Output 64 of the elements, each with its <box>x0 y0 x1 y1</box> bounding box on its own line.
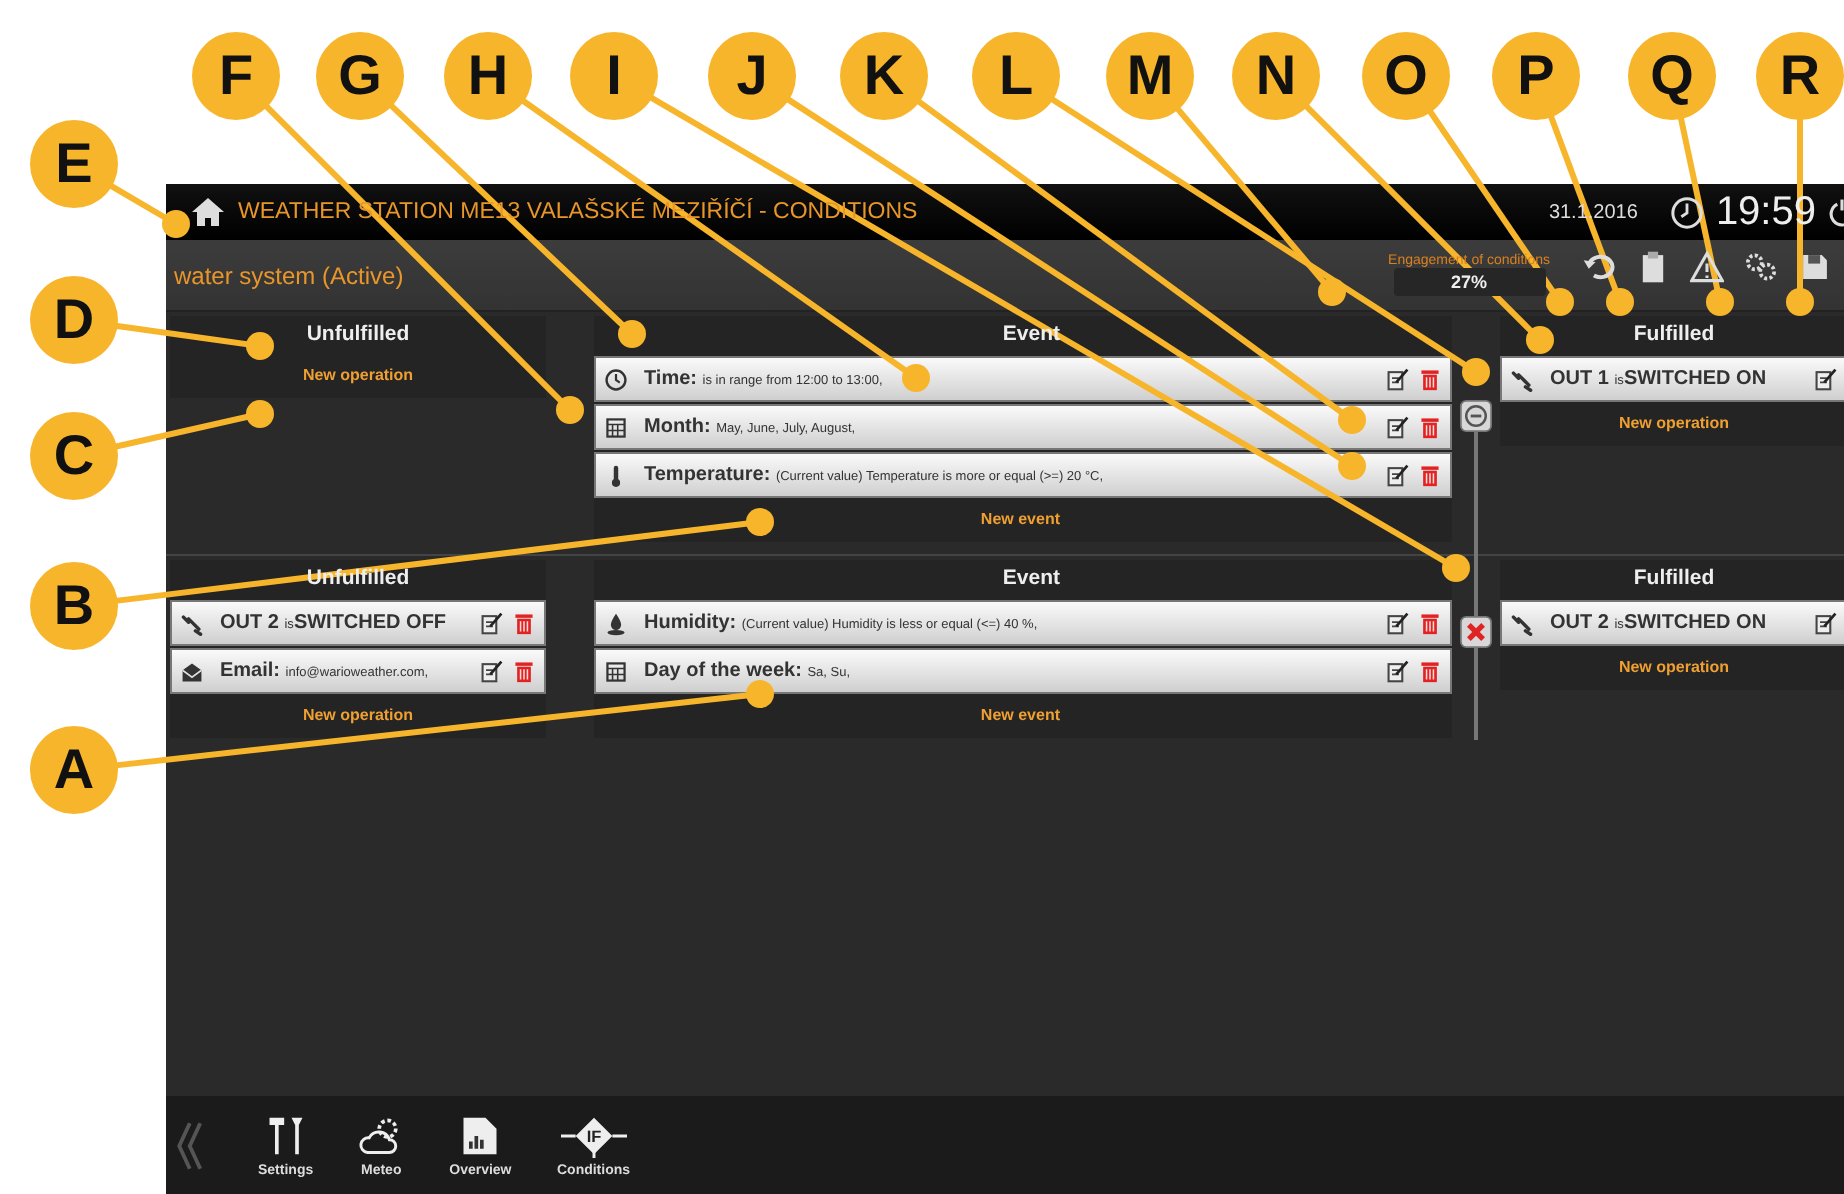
edit-icon[interactable] <box>1814 610 1838 636</box>
engagement-value: 27% <box>1393 268 1546 296</box>
trash-icon[interactable] <box>1418 414 1442 440</box>
edit-icon[interactable] <box>1814 366 1838 392</box>
callout-badge: B <box>30 562 118 650</box>
clock-icon <box>1669 195 1704 229</box>
calendar-icon <box>604 659 628 683</box>
clock-icon <box>604 367 628 391</box>
gears-icon[interactable] <box>1744 250 1778 284</box>
new-event-link[interactable]: New event <box>980 696 1060 732</box>
callout-badge: A <box>30 726 118 814</box>
callout-badge: R <box>1756 32 1844 120</box>
drop-icon <box>604 611 628 635</box>
panel-title: Fulfilled <box>1633 564 1715 594</box>
edit-icon[interactable] <box>1386 366 1410 392</box>
callout-badge: E <box>30 120 118 208</box>
edit-icon[interactable] <box>1386 658 1410 684</box>
edit-icon[interactable] <box>480 610 504 636</box>
new-operation-link[interactable]: New operation <box>1618 648 1730 684</box>
callout-badge: C <box>30 412 118 500</box>
save-icon[interactable] <box>1798 250 1832 284</box>
trash-icon[interactable] <box>512 658 536 684</box>
panel-title: Unfulfilled <box>306 564 410 594</box>
callout-badge: Q <box>1628 32 1716 120</box>
callout-badge: P <box>1492 32 1580 120</box>
condition-name: water system (Active) <box>174 261 404 289</box>
undo-icon[interactable] <box>1582 250 1616 284</box>
new-operation-link[interactable]: New operation <box>1618 404 1730 440</box>
plug-icon <box>180 611 204 635</box>
callout-badge: H <box>444 32 532 120</box>
callout-badge: F <box>192 32 280 120</box>
minus-button[interactable] <box>1460 400 1492 432</box>
callout-badge: N <box>1232 32 1320 120</box>
new-operation-link[interactable]: New operation <box>302 696 414 732</box>
callout-badge: D <box>30 276 118 364</box>
edit-icon[interactable] <box>480 658 504 684</box>
trash-icon[interactable] <box>512 610 536 636</box>
calendar-icon <box>604 415 628 439</box>
callout-badge: L <box>972 32 1060 120</box>
trash-icon[interactable] <box>1418 610 1442 636</box>
panel-title: Event <box>1002 564 1060 594</box>
trash-icon[interactable] <box>1418 366 1442 392</box>
trash-icon[interactable] <box>1418 658 1442 684</box>
callout-badge: J <box>708 32 796 120</box>
plug-icon <box>1510 611 1534 635</box>
leader-line <box>108 182 190 238</box>
callout-badge: O <box>1362 32 1450 120</box>
edit-icon[interactable] <box>1386 462 1410 488</box>
new-event-link[interactable]: New event <box>980 500 1060 536</box>
trash-icon[interactable] <box>1418 462 1442 488</box>
plug-icon <box>1510 367 1534 391</box>
home-icon[interactable] <box>190 196 226 228</box>
callout-badge: I <box>570 32 658 120</box>
cross-button[interactable] <box>1460 616 1492 648</box>
warning-icon[interactable] <box>1690 250 1724 284</box>
callout-badge: G <box>316 32 404 120</box>
new-operation-link[interactable]: New operation <box>302 356 414 392</box>
envelope-icon <box>180 659 204 683</box>
panel-title: Unfulfilled <box>306 320 410 350</box>
edit-icon[interactable] <box>1386 610 1410 636</box>
panel-title: Fulfilled <box>1633 320 1715 350</box>
callout-badge: M <box>1106 32 1194 120</box>
callout-badge: K <box>840 32 928 120</box>
edit-icon[interactable] <box>1386 414 1410 440</box>
